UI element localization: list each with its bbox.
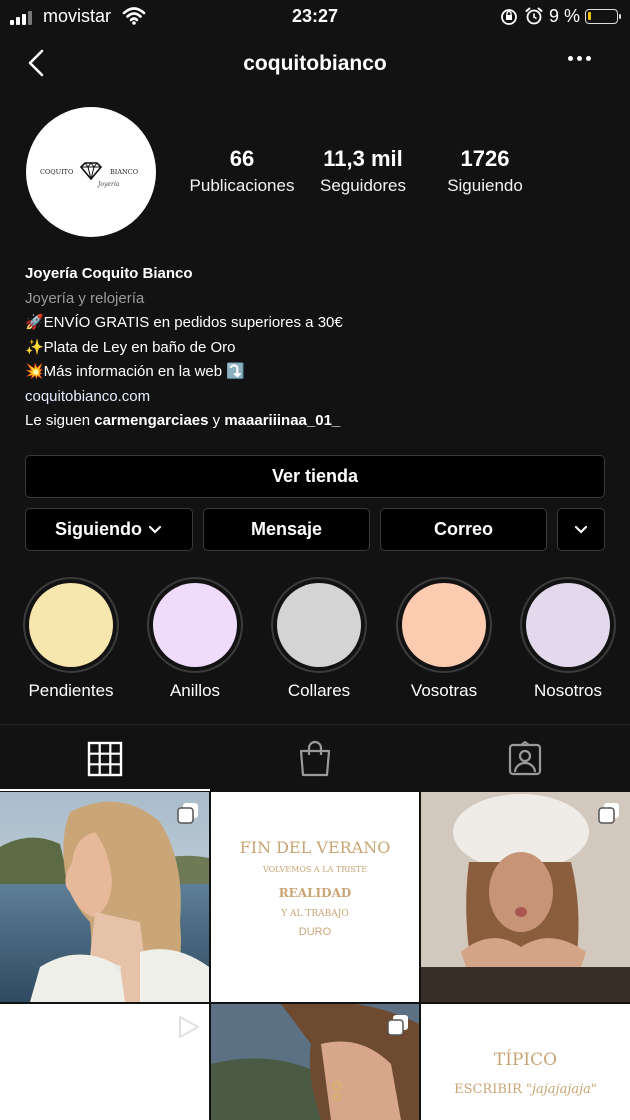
multiple-posts-icon [598,803,619,824]
view-shop-button[interactable]: Ver tienda [25,455,605,498]
profile-username: coquitobianco [243,52,387,75]
post-thumbnail[interactable] [0,1004,209,1120]
highlight-label: Nosotros [533,681,603,700]
highlight-pendientes[interactable]: Pendientes [23,577,119,701]
multiple-posts-icon [387,1015,408,1036]
highlight-ring [520,577,616,673]
post-thumbnail[interactable] [211,1004,419,1120]
battery-icon [585,9,621,24]
profile-category: Joyería y relojería [25,289,145,307]
message-button[interactable]: Mensaje [203,508,370,551]
followed-by-user[interactable]: maaariiinaa_01_ [224,412,340,429]
alarm-icon [525,7,543,25]
highlight-cover [402,583,486,667]
post-thumbnail[interactable]: TÍPICO ESCRIBIR "jajajajaja" [421,1004,630,1120]
svg-text:COQUITO: COQUITO [40,168,73,176]
post-text-line: FIN DEL VERANO [239,838,391,857]
followed-by-prefix: Le siguen [25,412,91,429]
bio-line: 🚀ENVÍO GRATIS en pedidos superiores a 30… [25,314,343,331]
post-thumbnail[interactable]: FIN DEL VERANO VOLVEMOS A LA TRISTE REAL… [211,792,419,1002]
highlight-ring [271,577,367,673]
profile-avatar[interactable]: COQUITO BIANCO Joyería [26,107,156,237]
highlight-collares[interactable]: Collares [271,577,367,701]
followed-by-user[interactable]: carmengarciaes [94,412,208,429]
grid-icon [87,741,123,776]
profile-name: Joyería Coquito Bianco [25,265,193,282]
suggested-accounts-button[interactable] [557,508,605,551]
highlight-label: Collares [287,681,351,700]
post-text-line: TÍPICO [493,1050,558,1070]
stat-followers[interactable]: 11,3 mil Seguidores [306,146,420,196]
more-options-icon[interactable] [568,56,591,61]
post-thumbnail[interactable] [0,792,209,1002]
svg-text:BIANCO: BIANCO [110,168,138,176]
stat-following[interactable]: 1726 Siguiendo [430,146,540,196]
status-bar: movistar 23:27 9 % [0,0,630,34]
post-text-line: ESCRIBIR [454,1082,522,1097]
highlight-ring [23,577,119,673]
bio-line: 💥Más información en la web ⤵️ [25,363,245,380]
post-thumbnail[interactable] [421,792,630,1002]
followed-by[interactable]: Le siguen carmengarciaes y maaariiinaa_0… [25,409,615,434]
stat-followers-label: Seguidores [319,176,406,195]
tagged-person-icon [508,740,542,775]
post-text-line: "jajajajaja" [526,1082,597,1097]
chevron-down-icon [574,525,588,534]
svg-text:Joyería: Joyería [96,181,120,188]
highlight-cover [526,583,610,667]
orientation-lock-icon [501,9,517,25]
tab-tagged[interactable] [420,725,630,792]
highlight-anillos[interactable]: Anillos [147,577,243,701]
website-link[interactable]: coquitobianco.com [25,385,615,410]
post-text-line: Y AL TRABAJO [281,909,349,919]
video-play-icon [179,1016,199,1038]
active-tab-indicator [0,789,210,791]
stat-following-label: Siguiendo [447,176,523,195]
tab-shop[interactable] [210,725,420,792]
highlight-ring [147,577,243,673]
brand-logo: COQUITO BIANCO Joyería [40,162,138,188]
followed-by-join: y [212,412,221,429]
highlight-cover [153,583,237,667]
multiple-posts-icon [177,803,198,824]
highlight-label: Vosotras [410,681,478,700]
highlight-nosotros[interactable]: Nosotros [520,577,616,701]
chevron-down-icon [148,525,162,534]
tab-posts-grid[interactable] [0,725,210,792]
post-text-line: DURO [298,926,332,938]
email-button[interactable]: Correo [380,508,547,551]
stat-followers-value: 11,3 mil [323,146,403,171]
following-button[interactable]: Siguiendo [25,508,193,551]
stat-posts-value: 66 [229,146,255,171]
stat-posts[interactable]: 66 Publicaciones [178,146,306,196]
highlight-cover [29,583,113,667]
highlight-vosotras[interactable]: Vosotras [396,577,492,701]
post-text-line: VOLVEMOS A LA TRISTE [262,865,368,874]
shop-bag-icon [299,740,331,776]
bio-line: ✨Plata de Ley en baño de Oro [25,338,236,356]
battery-percentage: 9 % [549,6,581,26]
highlight-label: Pendientes [28,681,114,700]
following-button-label: Siguiendo [55,519,142,539]
stat-following-value: 1726 [460,146,510,171]
post-text-line: REALIDAD [278,886,352,900]
highlight-cover [277,583,361,667]
stat-posts-label: Publicaciones [189,176,295,195]
highlight-ring [396,577,492,673]
highlight-label: Anillos [169,681,221,700]
profile-bio: Joyería Coquito Bianco Joyería y relojer… [25,262,615,434]
